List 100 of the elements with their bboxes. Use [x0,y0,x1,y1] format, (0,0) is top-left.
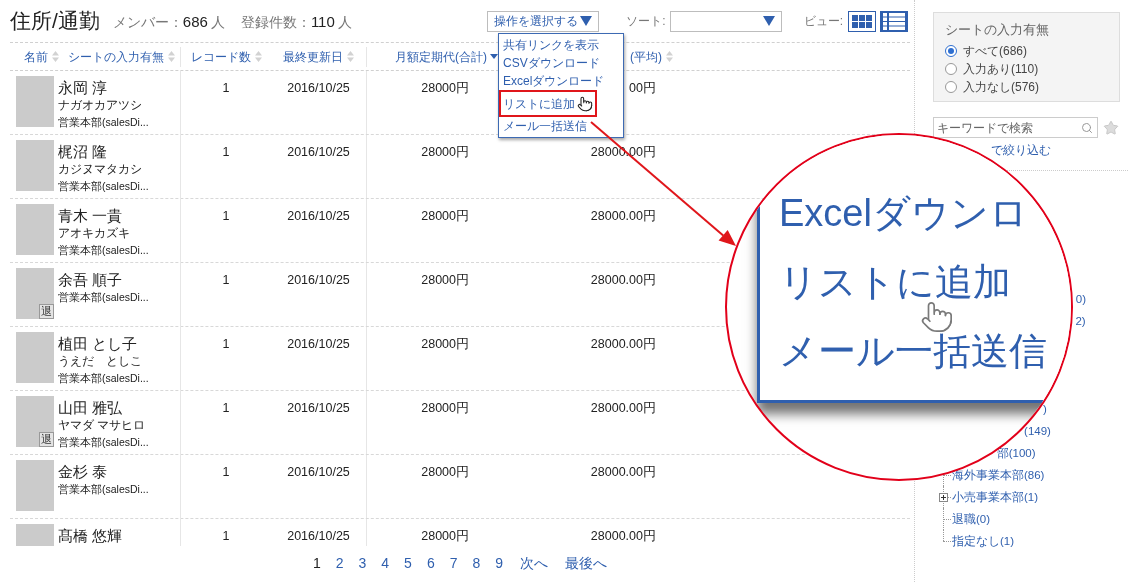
menu-item[interactable]: Excelダウンロード [499,72,609,90]
page-link[interactable]: 6 [426,553,435,573]
department: 営業本部(salesDi... [58,179,149,194]
tree-item[interactable]: 海外事業本部(86) [952,467,1045,483]
monthly-average: 28000.00円 [590,336,656,353]
tree-item[interactable]: 2) [1075,313,1086,329]
page-link[interactable]: 3 [358,553,367,573]
tree-item[interactable]: ) [1042,401,1047,417]
magnified-text: メール一括送信 [779,333,1047,369]
page-link[interactable]: 8 [472,553,481,573]
monthly-average: 28000.00円 [590,528,656,545]
photo-placeholder [16,76,54,127]
monthly-total: 28000円 [421,464,469,481]
updated-date: 2016/10/25 [287,336,350,353]
hand-cursor-icon [577,95,593,112]
caret-down-icon [580,16,593,26]
member-name: 金杉 泰 [58,463,108,481]
stat-value: 110 [310,12,335,33]
page-link[interactable]: 2 [335,553,344,573]
menu-item[interactable]: メール一括送信 [499,117,591,135]
filter-link[interactable]: で絞り込む [991,142,1051,158]
member-kana: うえだ としこ [58,354,142,369]
column-header[interactable]: 名前 [24,47,59,66]
member-name: 髙橋 悠輝 [58,527,123,545]
member-name: 永岡 淳 [58,79,108,97]
record-count: 1 [222,464,230,481]
status-badge: 退 [39,304,54,319]
column-header[interactable]: (平均) [630,47,673,66]
page-link[interactable]: 5 [404,553,412,573]
department: 営業本部(salesDi... [58,290,149,305]
menu-item[interactable]: 共有リンクを表示 [499,36,603,54]
updated-date: 2016/10/25 [287,80,350,97]
record-count: 1 [222,272,230,289]
stat-label: 登録件数： [240,14,311,33]
last-page-link[interactable]: 最後へ [565,553,608,573]
page-link[interactable]: 1 [312,553,321,573]
page-link[interactable]: 4 [381,553,390,573]
photo-placeholder [16,140,54,191]
radio-label[interactable]: 入力あり(110) [963,60,1039,78]
sort-label: ソート: [626,13,666,30]
updated-date: 2016/10/25 [287,400,350,417]
tree-item[interactable]: 指定なし(1) [952,533,1015,549]
photo-placeholder [16,332,54,383]
radio-button[interactable] [945,45,957,57]
radio-label[interactable]: 入力なし(576) [963,78,1039,96]
updated-date: 2016/10/25 [287,144,350,161]
updated-date: 2016/10/25 [287,208,350,225]
star-icon[interactable] [1103,119,1119,136]
radio-button[interactable] [945,63,957,75]
list-view-button[interactable] [880,10,908,32]
magnified-text: リストに追加 [779,264,1011,300]
column-header[interactable]: 最終更新日 [283,47,354,66]
tree-item[interactable]: 小売事業本部(1) [952,489,1039,505]
stat-label: メンバー： [112,14,183,33]
expand-icon[interactable] [939,493,948,502]
grid-view-button[interactable] [848,10,876,32]
column-header[interactable]: 月額定期代(合計) [395,47,498,66]
filter-title: シートの入力有無 [945,21,1050,39]
caret-down-icon [762,16,775,26]
photo-placeholder [16,204,54,255]
sort-select[interactable] [669,10,782,32]
list-icon [883,12,905,30]
radio-label[interactable]: すべて(686) [963,42,1027,60]
monthly-total: 28000円 [421,80,469,97]
view-label: ビュー: [803,13,843,30]
menu-item[interactable]: CSVダウンロード [499,54,604,72]
department: 営業本部(salesDi... [58,482,149,497]
grid-icon [852,14,872,28]
record-count: 1 [222,80,230,97]
record-count: 1 [222,528,230,545]
department: 営業本部(salesDi... [58,435,149,450]
monthly-total: 28000円 [421,208,469,225]
next-page-link[interactable]: 次へ [520,553,549,573]
department: 営業本部(salesDi... [58,371,149,386]
updated-date: 2016/10/25 [287,528,350,545]
member-name: 青木 一貴 [58,207,123,225]
page-title: 住所/通勤 [10,8,100,34]
record-count: 1 [222,336,230,353]
tree-item[interactable]: 0) [1075,291,1087,307]
updated-date: 2016/10/25 [287,464,350,481]
page-link[interactable]: 9 [495,553,504,573]
monthly-average: 28000.00円 [590,464,656,481]
record-count: 1 [222,400,230,417]
column-header[interactable]: レコード数 [190,47,262,66]
member-kana: ナガオカアツシ [58,98,142,113]
stat-unit: 人 [337,14,352,33]
menu-item[interactable]: リストに追加 [499,90,597,117]
tree-item[interactable]: 退職(0) [952,511,991,527]
monthly-total: 28000円 [421,272,469,289]
tree-item[interactable]: (149) [1024,423,1051,439]
record-count: 1 [222,144,230,161]
column-header[interactable]: シートの入力有無 [68,47,175,66]
member-kana: ヤマダ マサヒロ [58,418,146,433]
action-select[interactable]: 操作を選択する [487,10,600,32]
page-link[interactable]: 7 [449,553,458,573]
photo-placeholder [16,460,54,511]
member-kana: アオキカズキ [58,226,130,241]
radio-button[interactable] [945,81,957,93]
monthly-average: 28000.00円 [590,272,656,289]
department: 営業本部(salesDi... [58,115,149,130]
